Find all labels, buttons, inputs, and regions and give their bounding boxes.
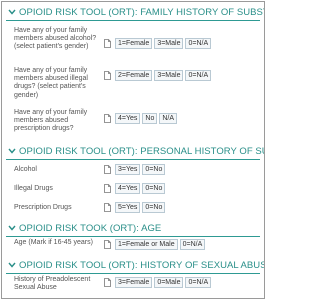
section-title: OPIOID RISK TOOL (ORT): HISTORY OF SEXUA…: [19, 260, 265, 271]
document-icon[interactable]: [104, 240, 111, 249]
option-button[interactable]: 3=Female: [115, 277, 153, 288]
document-icon[interactable]: [104, 203, 111, 212]
option-button[interactable]: 0=N/A: [185, 277, 212, 288]
question-label: Age (Mark if 16-45 years): [14, 239, 93, 246]
option-button[interactable]: 0=N/A: [185, 70, 212, 81]
section-header[interactable]: OPIOID RISK TOOL (ORT): FAMILY HISTORY O…: [6, 5, 264, 21]
option-button[interactable]: 3=Male: [154, 38, 184, 49]
question-label: Have any of your family members abused p…: [14, 109, 88, 133]
question-row: Prescription Drugs 5=Yes 0=No: [2, 202, 264, 216]
option-button[interactable]: 0=No: [142, 202, 166, 213]
question-row: Illegal Drugs 4=Yes 0=No: [2, 183, 264, 197]
chevron-down-icon[interactable]: [8, 261, 16, 269]
question-row: Have any of your family members abused a…: [2, 27, 264, 63]
section-sexual-abuse: OPIOID RISK TOOL (ORT): HISTORY OF SEXUA…: [2, 258, 264, 298]
section-title: OPIOID RISK TOOL (ORT): PERSONAL HISTORY…: [19, 146, 264, 157]
option-button[interactable]: N/A: [159, 113, 178, 124]
document-icon[interactable]: [104, 114, 111, 123]
chevron-down-icon[interactable]: [8, 224, 16, 232]
answer-options: 1=Female or Male 0=N/A: [104, 239, 207, 250]
option-button[interactable]: 5=Yes: [115, 202, 141, 213]
option-button[interactable]: 3=Yes: [115, 164, 141, 175]
document-icon[interactable]: [104, 39, 111, 48]
question-label: History of Preadolescent Sexual Abuse: [14, 276, 91, 292]
option-button[interactable]: 0=No: [142, 164, 166, 175]
section-title: OPIOID RISK TOOK (ORT): AGE: [19, 223, 162, 234]
answer-options: 4=Yes No N/A: [104, 113, 179, 124]
question-row: History of Preadolescent Sexual Abuse 3=…: [2, 276, 264, 298]
option-button[interactable]: 4=Yes: [115, 183, 141, 194]
section-age: OPIOID RISK TOOK (ORT): AGE Age (Mark if…: [2, 221, 264, 257]
chevron-down-icon[interactable]: [8, 147, 16, 155]
option-button[interactable]: 2=Female: [115, 70, 153, 81]
ort-form: OPIOID RISK TOOL (ORT): FAMILY HISTORY O…: [1, 1, 265, 299]
section-family-history: OPIOID RISK TOOL (ORT): FAMILY HISTORY O…: [2, 5, 264, 133]
question-row: Alcohol 3=Yes 0=No: [2, 164, 264, 178]
option-button[interactable]: 1=Female: [115, 38, 153, 49]
document-icon[interactable]: [104, 278, 111, 287]
question-row: Have any of your family members abused i…: [2, 67, 264, 105]
question-row: Have any of your family members abused p…: [2, 109, 264, 133]
option-button[interactable]: 0=No: [142, 183, 166, 194]
question-label: Illegal Drugs: [14, 185, 53, 192]
question-label: Have any of your family members abused a…: [14, 27, 97, 51]
option-button[interactable]: 0=N/A: [185, 38, 212, 49]
section-header[interactable]: OPIOID RISK TOOL (ORT): PERSONAL HISTORY…: [6, 144, 264, 160]
question-label: Alcohol: [14, 166, 37, 173]
document-icon[interactable]: [104, 184, 111, 193]
question-label: Prescription Drugs: [14, 204, 72, 211]
option-button[interactable]: 0=Male: [154, 277, 184, 288]
chevron-down-icon[interactable]: [8, 8, 16, 16]
document-icon[interactable]: [104, 165, 111, 174]
question-row: Age (Mark if 16-45 years) 1=Female or Ma…: [2, 239, 264, 257]
answer-options: 1=Female 3=Male 0=N/A: [104, 38, 213, 49]
answer-options: 2=Female 3=Male 0=N/A: [104, 70, 213, 81]
option-button[interactable]: 4=Yes: [115, 113, 141, 124]
answer-options: 3=Yes 0=No: [104, 164, 167, 175]
section-personal-history: OPIOID RISK TOOL (ORT): PERSONAL HISTORY…: [2, 144, 264, 216]
section-title: OPIOID RISK TOOL (ORT): FAMILY HISTORY O…: [19, 7, 264, 18]
answer-options: 5=Yes 0=No: [104, 202, 167, 213]
document-icon[interactable]: [104, 71, 111, 80]
option-button[interactable]: No: [142, 113, 158, 124]
section-header[interactable]: OPIOID RISK TOOK (ORT): AGE: [6, 221, 260, 237]
option-button[interactable]: 0=N/A: [179, 239, 206, 250]
option-button[interactable]: 1=Female or Male: [115, 239, 178, 250]
answer-options: 4=Yes 0=No: [104, 183, 167, 194]
option-button[interactable]: 3=Male: [154, 70, 184, 81]
answer-options: 3=Female 0=Male 0=N/A: [104, 277, 213, 288]
question-label: Have any of your family members abused i…: [14, 67, 88, 99]
section-header[interactable]: OPIOID RISK TOOL (ORT): HISTORY OF SEXUA…: [6, 258, 264, 274]
